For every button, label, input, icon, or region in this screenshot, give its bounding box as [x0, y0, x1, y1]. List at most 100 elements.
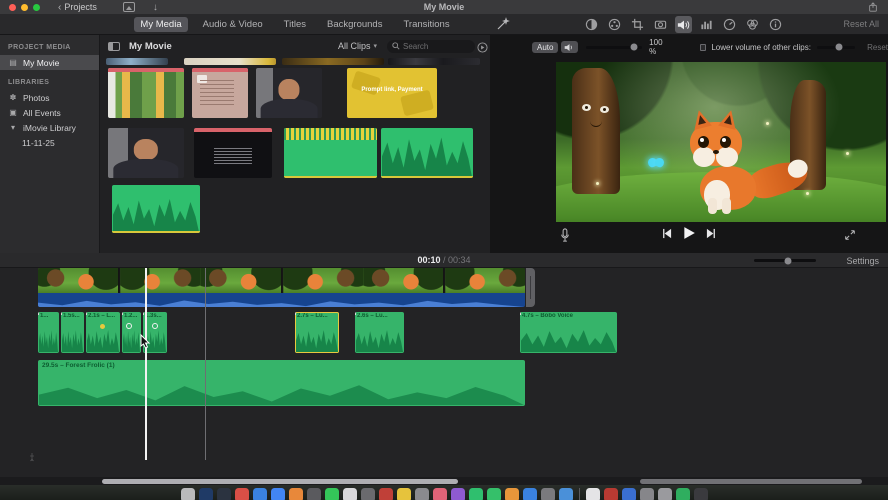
dock-app-icon[interactable]: [252, 488, 267, 500]
dock-app-icon[interactable]: [603, 488, 618, 500]
video-clip-filmstrip[interactable]: [38, 268, 525, 293]
sidebar-item-all-events[interactable]: ▣ All Events: [0, 105, 99, 120]
color-correction-icon[interactable]: [606, 16, 623, 33]
dock-app-icon[interactable]: [675, 488, 690, 500]
minimize-button[interactable]: [21, 3, 28, 11]
dock-app-icon[interactable]: [468, 488, 483, 500]
dock-app-icon[interactable]: [657, 488, 672, 500]
dock-app-icon[interactable]: [180, 488, 195, 500]
dock-app-icon[interactable]: [324, 488, 339, 500]
filters-effects-icon[interactable]: [744, 16, 761, 33]
music-clip[interactable]: 29.5s – Forest Frolic (1): [38, 360, 525, 406]
audio-clip[interactable]: 1.2...: [122, 312, 141, 353]
dock-app-icon[interactable]: [270, 488, 285, 500]
clip-thumbnail-partial[interactable]: [282, 58, 384, 65]
dock-app-icon[interactable]: [414, 488, 429, 500]
dock-app-icon[interactable]: [198, 488, 213, 500]
clip-thumbnail-partial[interactable]: [184, 58, 276, 65]
clip-thumbnail-document[interactable]: [192, 68, 248, 118]
audio-clip-selected[interactable]: 2.7s – Lu...: [295, 312, 339, 353]
settings-button[interactable]: Settings: [846, 256, 879, 266]
dock-app-icon[interactable]: [540, 488, 555, 500]
clip-thumbnail-partial[interactable]: [106, 58, 168, 65]
audio-clip[interactable]: 1.5s...: [61, 312, 84, 353]
clip-thumbnail-presenter[interactable]: [256, 68, 322, 118]
search-field[interactable]: [387, 39, 475, 53]
dock-app-icon[interactable]: [693, 488, 708, 500]
video-audio-waveform[interactable]: [38, 293, 525, 307]
import-media-icon[interactable]: [122, 2, 135, 12]
timeline[interactable]: 1... 1.5s... 2.1s – L... 1.2... 1.3s... …: [0, 268, 888, 477]
zoom-button[interactable]: [33, 3, 40, 11]
scrollbar-thumb[interactable]: [640, 479, 862, 484]
speed-icon[interactable]: [721, 16, 738, 33]
clip-thumbnail-screen-recording[interactable]: [108, 68, 184, 118]
share-icon[interactable]: [868, 2, 878, 12]
audio-clip-thumbnail[interactable]: [112, 185, 200, 233]
sidebar-item-photos[interactable]: ✽ Photos: [0, 90, 99, 105]
dock-app-icon[interactable]: [450, 488, 465, 500]
tab-titles[interactable]: Titles: [278, 17, 312, 32]
dock-app-icon[interactable]: [360, 488, 375, 500]
audio-clip-thumbnail[interactable]: [381, 128, 473, 178]
sidebar-item-event-11-11-25[interactable]: 11-11-25: [0, 135, 99, 150]
dock-app-icon[interactable]: [216, 488, 231, 500]
clip-filter-dropdown[interactable]: All Clips ▾: [338, 41, 377, 51]
tab-my-media[interactable]: My Media: [134, 17, 188, 32]
timeline-zoom-knob[interactable]: [784, 257, 792, 264]
preview-video[interactable]: [556, 62, 886, 222]
tab-transitions[interactable]: Transitions: [397, 17, 455, 32]
fade-handle[interactable]: [126, 323, 132, 329]
lower-volume-knob[interactable]: [835, 43, 843, 51]
audio-clip[interactable]: 1...: [38, 312, 59, 353]
audio-clip-bobo-voice[interactable]: 4.7s – Bobo Voice: [520, 312, 617, 353]
play-button[interactable]: [682, 226, 696, 240]
voiceover-mic-icon[interactable]: [560, 228, 570, 243]
dock-app-icon[interactable]: [396, 488, 411, 500]
clip-thumbnail-presenter[interactable]: [108, 128, 184, 178]
sidebar-item-imovie-library[interactable]: ▾ iMovie Library: [0, 120, 99, 135]
reset-all-button[interactable]: Reset All: [843, 19, 879, 29]
next-frame-button[interactable]: [706, 228, 717, 239]
dock-app-icon[interactable]: [585, 488, 600, 500]
volume-slider[interactable]: [585, 43, 643, 51]
dock-app-icon[interactable]: [306, 488, 321, 500]
crop-icon[interactable]: [629, 16, 646, 33]
dock-app-icon[interactable]: [288, 488, 303, 500]
auto-volume-button[interactable]: Auto: [532, 41, 559, 53]
back-to-projects-button[interactable]: ‹ Projects: [58, 2, 97, 13]
clip-thumbnail-terminal[interactable]: [194, 128, 272, 178]
tab-audio-video[interactable]: Audio & Video: [197, 17, 269, 32]
dock-app-icon[interactable]: [234, 488, 249, 500]
clip-info-icon[interactable]: [767, 16, 784, 33]
sidebar-toggle-icon[interactable]: [108, 41, 120, 51]
clip-trim-handle[interactable]: [526, 268, 535, 307]
clip-thumbnail-partial[interactable]: [388, 58, 480, 65]
dock-app-icon[interactable]: [504, 488, 519, 500]
sidebar-item-my-movie[interactable]: ▤ My Movie: [0, 55, 99, 70]
dock-app-icon[interactable]: [558, 488, 573, 500]
clip-thumbnail-promo[interactable]: Prompt link, Payment: [347, 68, 437, 118]
timeline-zoom-slider[interactable]: [754, 257, 816, 264]
dock-app-icon[interactable]: [639, 488, 654, 500]
dock-app-icon[interactable]: [621, 488, 636, 500]
lower-volume-checkbox[interactable]: [699, 43, 707, 51]
fullscreen-icon[interactable]: [844, 229, 856, 241]
lower-volume-slider[interactable]: [816, 43, 856, 51]
horizontal-scrollbar[interactable]: [0, 477, 888, 485]
stabilization-icon[interactable]: [652, 16, 669, 33]
audio-clip[interactable]: 2.1s – L...: [86, 312, 120, 353]
tab-backgrounds[interactable]: Backgrounds: [321, 17, 388, 32]
enhance-wand-icon[interactable]: [496, 17, 510, 31]
dock-app-icon[interactable]: [378, 488, 393, 500]
playhead[interactable]: [145, 268, 147, 460]
audio-clip-thumbnail[interactable]: [284, 128, 377, 178]
fade-handle[interactable]: [152, 323, 158, 329]
color-balance-icon[interactable]: [583, 16, 600, 33]
dock-app-icon[interactable]: [432, 488, 447, 500]
volume-reset-button[interactable]: Reset: [867, 43, 888, 52]
previous-frame-button[interactable]: [661, 228, 672, 239]
search-input[interactable]: [403, 41, 465, 51]
download-arrow-icon[interactable]: ↓: [153, 2, 158, 13]
volume-slider-knob[interactable]: [630, 43, 638, 51]
